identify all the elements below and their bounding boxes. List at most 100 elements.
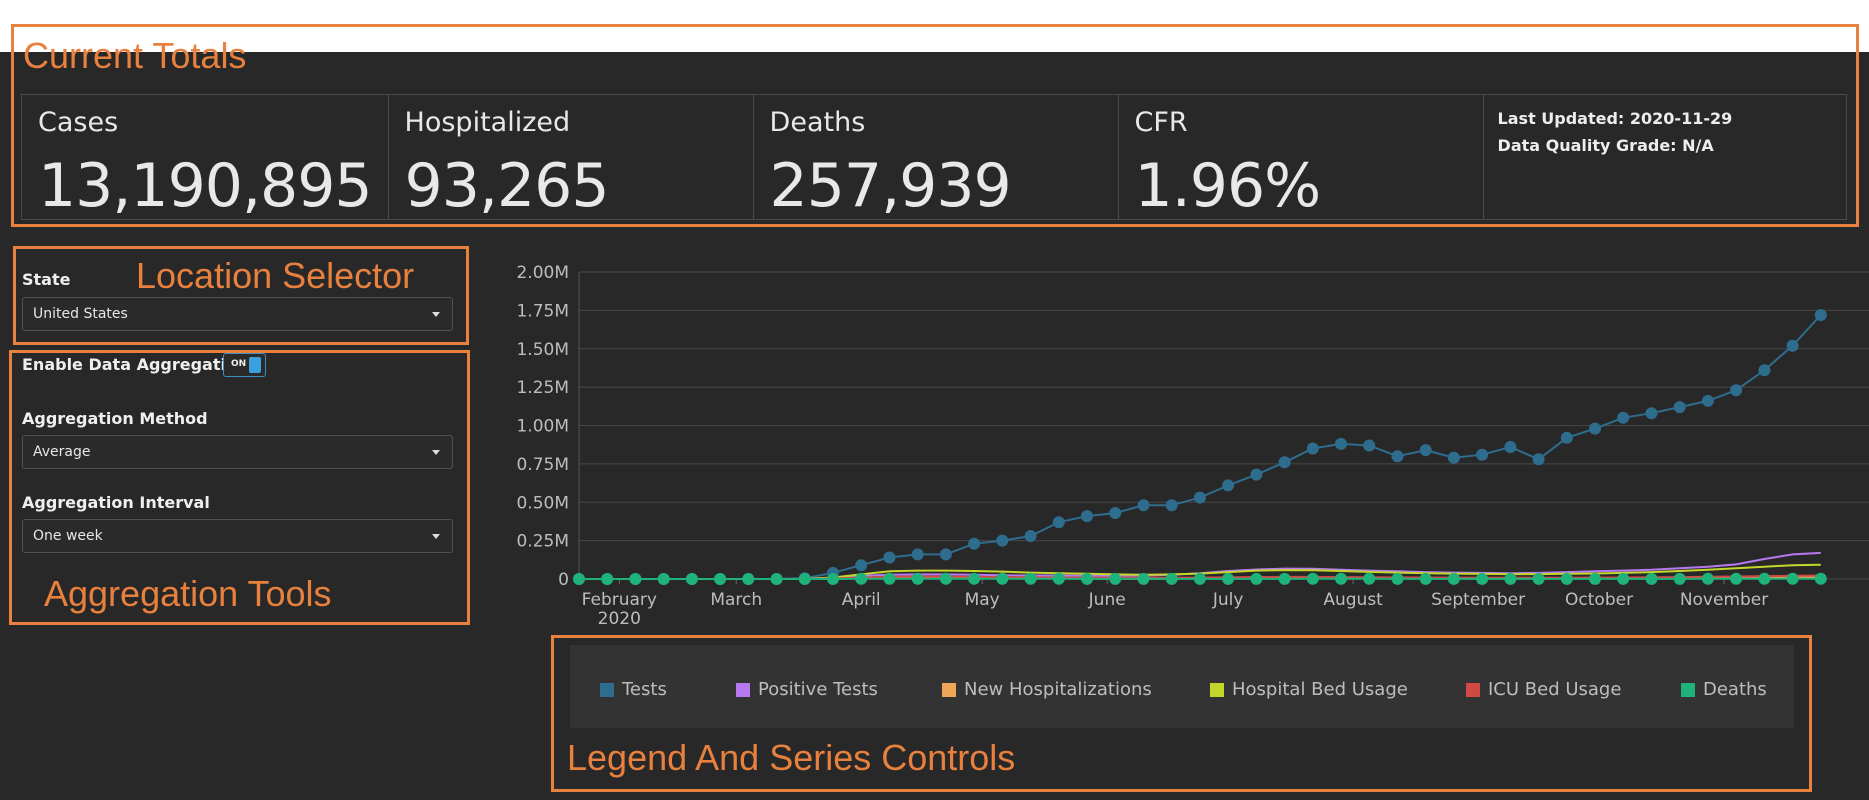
data-point-tests[interactable] bbox=[1560, 431, 1573, 444]
data-point-deaths[interactable] bbox=[1193, 572, 1206, 585]
legend-item-new-hospitalizations[interactable]: New Hospitalizations bbox=[942, 679, 1152, 700]
data-point-deaths[interactable] bbox=[968, 572, 981, 585]
data-point-deaths[interactable] bbox=[1701, 572, 1714, 585]
data-point-tests[interactable] bbox=[1081, 510, 1093, 523]
data-point-deaths[interactable] bbox=[1222, 572, 1235, 585]
data-point-deaths[interactable] bbox=[1673, 572, 1686, 585]
aggregation-interval-dropdown[interactable]: One week bbox=[22, 519, 453, 553]
data-point-tests[interactable] bbox=[1250, 468, 1263, 481]
data-point-tests[interactable] bbox=[1222, 479, 1235, 492]
data-point-deaths[interactable] bbox=[1363, 572, 1376, 585]
data-point-tests[interactable] bbox=[1278, 456, 1291, 469]
data-point-deaths[interactable] bbox=[883, 572, 896, 585]
data-point-deaths[interactable] bbox=[798, 573, 811, 585]
data-point-deaths[interactable] bbox=[1476, 572, 1489, 585]
data-point-deaths[interactable] bbox=[1250, 572, 1263, 585]
data-point-tests[interactable] bbox=[855, 559, 868, 572]
data-point-deaths[interactable] bbox=[855, 572, 868, 585]
chevron-down-icon bbox=[432, 450, 440, 455]
data-point-tests[interactable] bbox=[1701, 394, 1714, 407]
data-point-tests[interactable] bbox=[1109, 507, 1122, 519]
positive-tests-swatch bbox=[736, 682, 750, 697]
y-axis-ticks: 0 0.25M 0.50M 0.75M 1.00M 1.25M 1.50M 1.75M 2.00… bbox=[516, 263, 569, 590]
data-point-deaths[interactable] bbox=[1504, 572, 1517, 585]
data-point-deaths[interactable] bbox=[657, 573, 670, 585]
aggregation-tools-annotation-label: Aggregation Tools bbox=[44, 573, 332, 614]
data-point-tests[interactable] bbox=[1306, 442, 1319, 455]
data-point-tests[interactable] bbox=[1758, 364, 1771, 377]
data-point-deaths[interactable] bbox=[714, 573, 727, 585]
data-point-tests[interactable] bbox=[1814, 309, 1827, 321]
data-point-deaths[interactable] bbox=[1532, 572, 1545, 585]
data-point-tests[interactable] bbox=[1447, 451, 1460, 464]
aggregation-toggle[interactable]: ON bbox=[223, 353, 266, 377]
data-point-tests[interactable] bbox=[1645, 407, 1658, 420]
data-point-deaths[interactable] bbox=[1447, 572, 1460, 585]
data-point-deaths[interactable] bbox=[1052, 572, 1065, 585]
data-point-tests[interactable] bbox=[939, 548, 952, 561]
data-point-tests[interactable] bbox=[1419, 444, 1432, 457]
data-point-deaths[interactable] bbox=[1278, 572, 1291, 585]
data-point-tests[interactable] bbox=[1024, 530, 1037, 542]
data-point-deaths[interactable] bbox=[996, 572, 1009, 585]
data-point-deaths[interactable] bbox=[601, 573, 614, 585]
x-tick-label: March bbox=[710, 590, 762, 610]
data-point-deaths[interactable] bbox=[1645, 572, 1658, 585]
aggregation-method-dropdown[interactable]: Average bbox=[22, 435, 453, 469]
aggregation-method-label: Aggregation Method bbox=[22, 409, 208, 428]
legend-item-deaths[interactable]: Deaths bbox=[1681, 679, 1767, 700]
legend-item-positive-tests[interactable]: Positive Tests bbox=[736, 679, 878, 700]
data-point-tests[interactable] bbox=[968, 537, 981, 550]
data-point-tests[interactable] bbox=[883, 551, 896, 564]
data-point-deaths[interactable] bbox=[1335, 572, 1347, 585]
data-point-deaths[interactable] bbox=[1730, 572, 1743, 585]
data-point-tests[interactable] bbox=[996, 534, 1009, 547]
y-tick-label: 0 bbox=[558, 570, 569, 590]
data-point-tests[interactable] bbox=[1589, 422, 1601, 435]
data-point-deaths[interactable] bbox=[911, 572, 924, 585]
data-point-tests[interactable] bbox=[1137, 499, 1150, 512]
data-point-tests[interactable] bbox=[1165, 499, 1178, 512]
data-point-deaths[interactable] bbox=[742, 573, 755, 585]
state-dropdown[interactable]: United States bbox=[22, 297, 453, 331]
data-point-tests[interactable] bbox=[1532, 453, 1545, 466]
toggle-on-text: ON bbox=[231, 359, 247, 369]
data-point-tests[interactable] bbox=[1052, 516, 1065, 529]
data-point-deaths[interactable] bbox=[1109, 572, 1122, 585]
data-point-deaths[interactable] bbox=[827, 573, 839, 585]
data-point-deaths[interactable] bbox=[1137, 572, 1150, 585]
data-point-deaths[interactable] bbox=[1165, 572, 1178, 585]
data-point-tests[interactable] bbox=[1786, 339, 1799, 352]
data-point-tests[interactable] bbox=[1391, 450, 1404, 463]
data-point-tests[interactable] bbox=[1476, 448, 1489, 461]
timeseries-chart: 0 0.25M 0.50M 0.75M 1.00M 1.25M 1.50M 1.75M 2.00… bbox=[516, 263, 1869, 629]
data-point-deaths[interactable] bbox=[1560, 572, 1573, 585]
legend-item-hospital-bed-usage[interactable]: Hospital Bed Usage bbox=[1210, 679, 1408, 700]
data-point-tests[interactable] bbox=[1617, 411, 1630, 424]
data-point-deaths[interactable] bbox=[1391, 572, 1404, 585]
data-point-deaths[interactable] bbox=[1306, 572, 1319, 585]
data-point-tests[interactable] bbox=[1193, 491, 1206, 504]
data-point-tests[interactable] bbox=[1504, 441, 1517, 453]
data-point-tests[interactable] bbox=[1335, 437, 1347, 450]
data-point-deaths[interactable] bbox=[1419, 572, 1432, 585]
legend-label-icu-bed-usage: ICU Bed Usage bbox=[1488, 679, 1622, 700]
data-point-deaths[interactable] bbox=[770, 573, 783, 585]
data-point-deaths[interactable] bbox=[685, 573, 698, 585]
data-point-deaths[interactable] bbox=[1617, 572, 1630, 585]
data-point-deaths[interactable] bbox=[1786, 572, 1799, 585]
data-point-tests[interactable] bbox=[1730, 384, 1743, 397]
data-point-tests[interactable] bbox=[911, 548, 924, 561]
data-point-deaths[interactable] bbox=[1024, 572, 1037, 585]
data-point-deaths[interactable] bbox=[573, 573, 585, 585]
data-point-deaths[interactable] bbox=[1081, 572, 1093, 585]
data-point-tests[interactable] bbox=[1673, 401, 1686, 414]
legend-item-icu-bed-usage[interactable]: ICU Bed Usage bbox=[1466, 679, 1621, 700]
data-point-deaths[interactable] bbox=[1589, 572, 1601, 585]
data-point-deaths[interactable] bbox=[1814, 572, 1827, 585]
data-point-deaths[interactable] bbox=[1758, 572, 1771, 585]
data-point-deaths[interactable] bbox=[629, 573, 642, 585]
legend-item-tests[interactable]: Tests bbox=[600, 679, 667, 700]
data-point-tests[interactable] bbox=[1363, 439, 1376, 452]
data-point-deaths[interactable] bbox=[939, 572, 952, 585]
